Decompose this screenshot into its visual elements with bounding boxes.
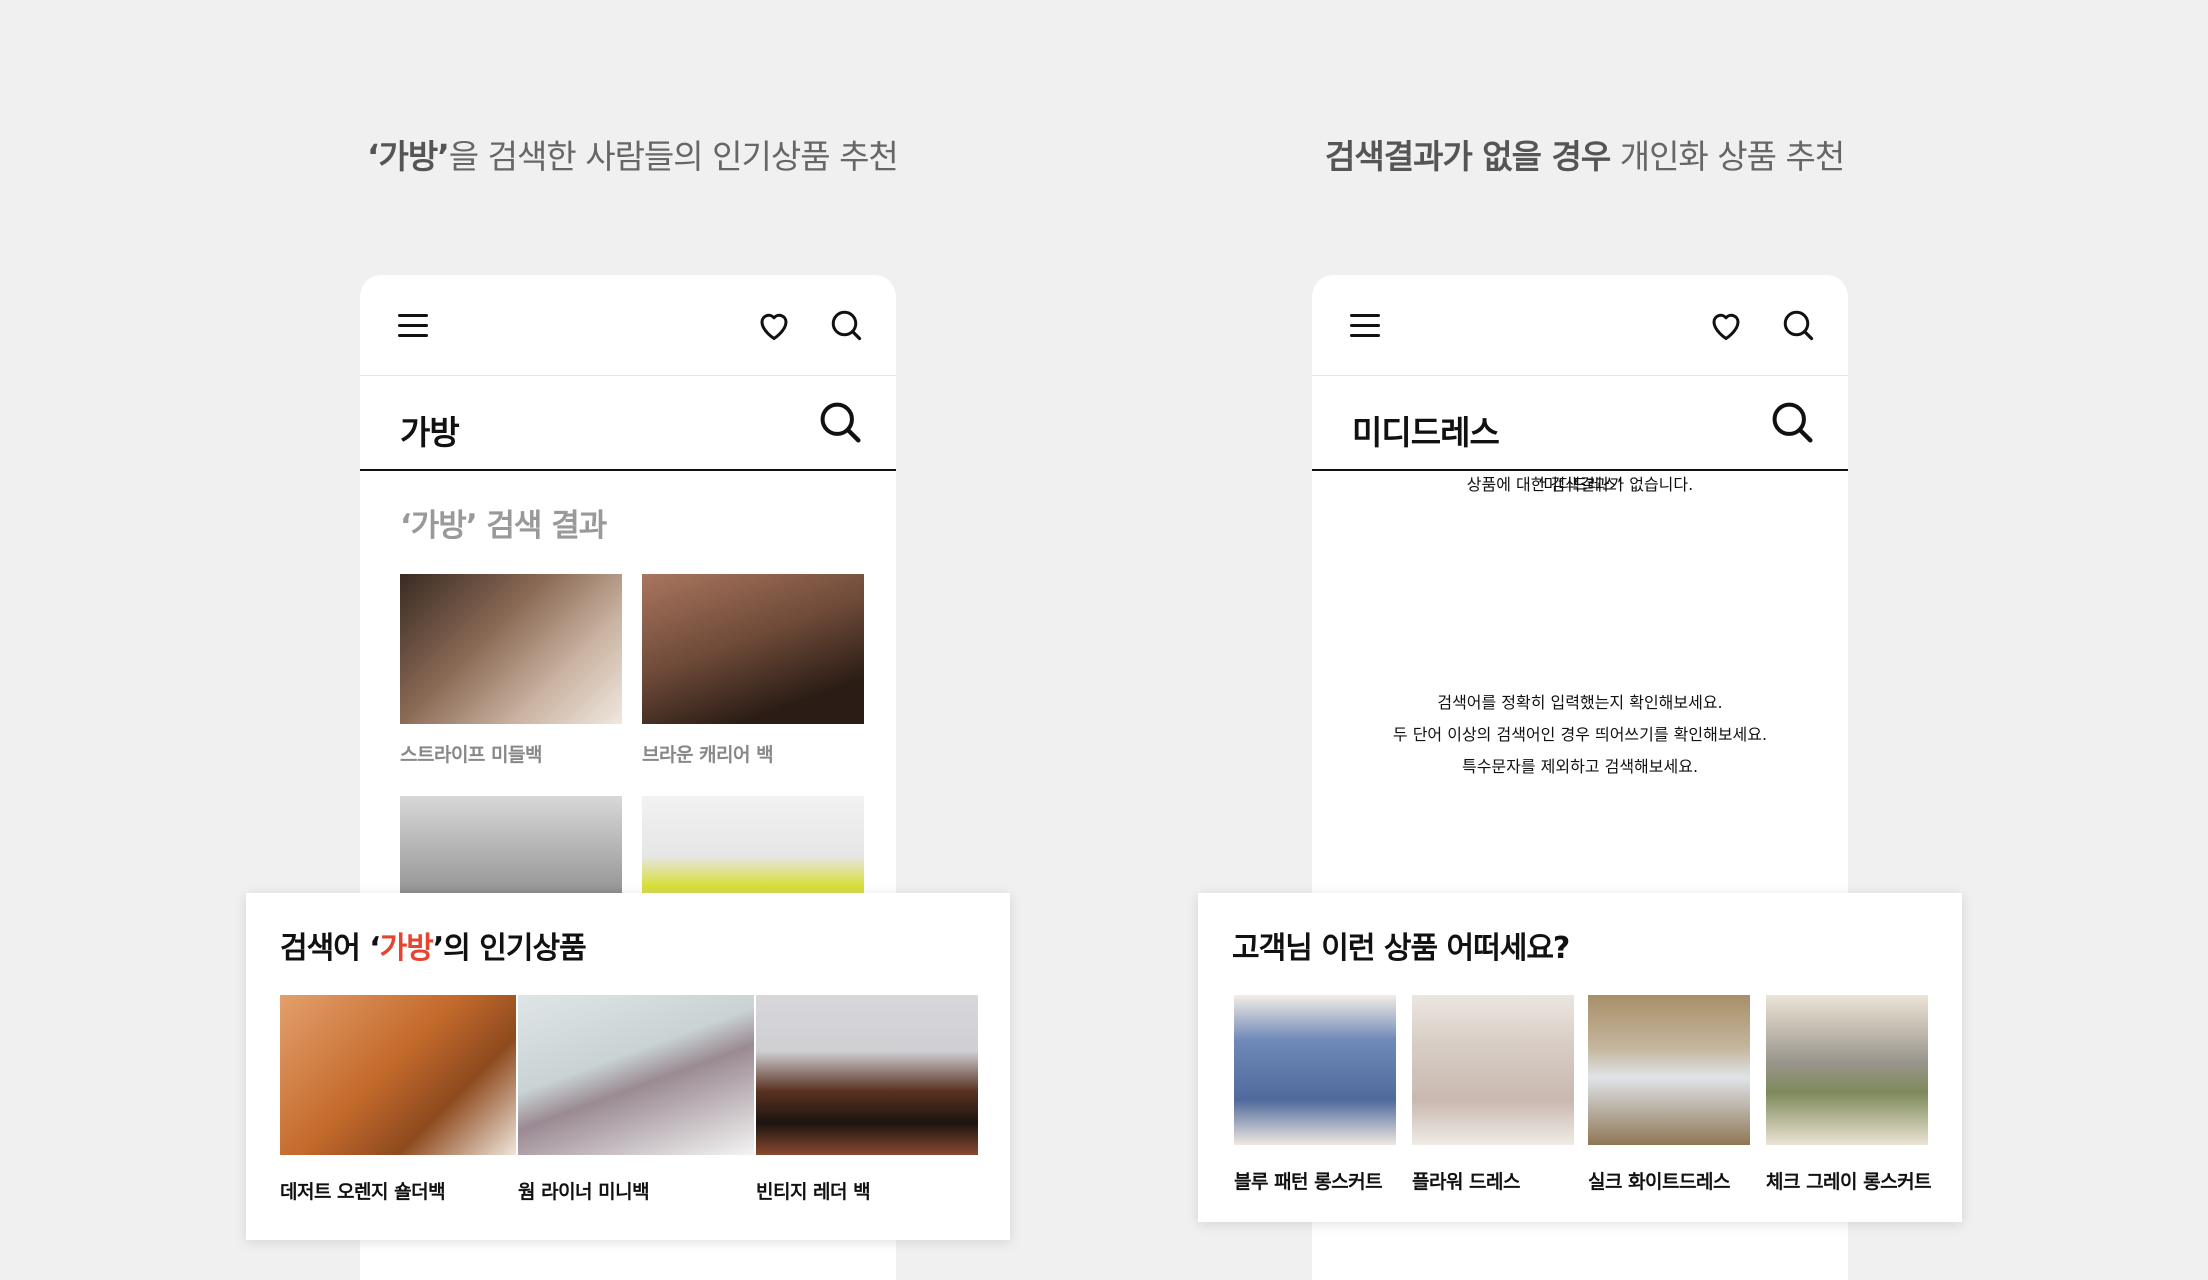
product-image[interactable] (1766, 995, 1928, 1145)
search-bar[interactable]: 미디드레스 (1312, 376, 1848, 471)
hamburger-menu-icon[interactable] (398, 314, 428, 338)
result-item[interactable]: 스트라이프 미들백 (400, 574, 622, 767)
search-query[interactable]: 미디드레스 (1352, 406, 1500, 454)
hamburger-menu-icon[interactable] (1350, 314, 1380, 338)
search-bar[interactable]: 가방 (360, 376, 896, 471)
result-item[interactable]: 브라운 캐리어 백 (642, 574, 864, 767)
product-label[interactable]: 빈티지 레더 백 (756, 1177, 978, 1204)
product-card[interactable]: 데저트 오렌지 숄더백 (280, 995, 516, 1204)
search-tip: 검색어를 정확히 입력했는지 확인해보세요. (1437, 693, 1723, 712)
product-image[interactable] (1412, 995, 1574, 1145)
product-label[interactable]: 블루 패턴 롱스커트 (1234, 1167, 1396, 1194)
product-image[interactable] (1588, 995, 1750, 1145)
heart-icon[interactable] (1708, 307, 1744, 343)
product-image[interactable] (642, 574, 864, 724)
popular-products-card: 검색어 ‘가방’의 인기상품 데저트 오렌지 숄더백 웜 라이너 미니백 빈티지… (246, 893, 1010, 1240)
search-query[interactable]: 가방 (400, 406, 460, 454)
top-bar (360, 275, 896, 376)
search-tip: 특수문자를 제외하고 검색해보세요. (1461, 757, 1699, 776)
search-term-highlight: 가방 (379, 931, 434, 966)
left-caption-rest: 을 검색한 사람들의 인기상품 추천 (448, 137, 899, 176)
results-title: ‘가방’ 검색 결과 (400, 508, 607, 544)
empty-message: 상품에 대한 검색결과가 없습니다. (1466, 475, 1694, 494)
top-bar (1312, 275, 1848, 376)
right-caption-rest: 개인화 상품 추천 (1610, 137, 1846, 176)
recommended-products-card: 고객님 이런 상품 어떠세요? 블루 패턴 롱스커트 플라워 드레스 실크 화이… (1198, 893, 1962, 1222)
right-caption-bold: 검색결과가 없을 경우 (1325, 137, 1611, 176)
search-icon[interactable] (828, 307, 864, 343)
search-submit-icon[interactable] (1770, 400, 1814, 444)
result-label[interactable]: 스트라이프 미들백 (400, 740, 622, 767)
product-card[interactable]: 실크 화이트드레스 (1588, 995, 1750, 1194)
product-card[interactable]: 플라워 드레스 (1412, 995, 1574, 1194)
left-caption-bold: ‘가방’ (367, 137, 450, 176)
result-label[interactable]: 브라운 캐리어 백 (642, 740, 864, 767)
product-card[interactable]: 블루 패턴 롱스커트 (1234, 995, 1396, 1194)
left-caption: ‘가방’을 검색한 사람들의 인기상품 추천 (367, 130, 899, 178)
product-label[interactable]: 체크 그레이 롱스커트 (1766, 1167, 1932, 1194)
product-image[interactable] (280, 995, 516, 1155)
product-label[interactable]: 웜 라이너 미니백 (518, 1177, 754, 1204)
search-tip: 두 단어 이상의 검색어인 경우 띄어쓰기를 확인해보세요. (1392, 725, 1768, 744)
product-label[interactable]: 플라워 드레스 (1412, 1167, 1574, 1194)
heart-icon[interactable] (756, 307, 792, 343)
product-card[interactable]: 체크 그레이 롱스커트 (1766, 995, 1932, 1194)
product-label[interactable]: 데저트 오렌지 숄더백 (280, 1177, 516, 1204)
product-image[interactable] (1234, 995, 1396, 1145)
product-image[interactable] (518, 995, 754, 1155)
right-caption: 검색결과가 없을 경우 개인화 상품 추천 (1325, 130, 1846, 178)
search-icon[interactable] (1780, 307, 1816, 343)
product-card[interactable]: 빈티지 레더 백 (756, 995, 978, 1204)
card-title: 고객님 이런 상품 어떠세요? (1232, 931, 1570, 966)
card-title: 검색어 ‘가방’의 인기상품 (280, 931, 587, 966)
product-card[interactable]: 웜 라이너 미니백 (518, 995, 754, 1204)
search-submit-icon[interactable] (818, 400, 862, 444)
product-image[interactable] (756, 995, 978, 1155)
product-image[interactable] (400, 574, 622, 724)
product-label[interactable]: 실크 화이트드레스 (1588, 1167, 1750, 1194)
